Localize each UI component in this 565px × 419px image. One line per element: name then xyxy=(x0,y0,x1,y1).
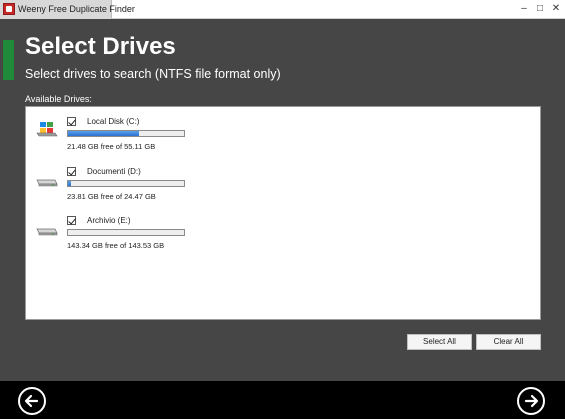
hard-drive-icon xyxy=(36,220,58,238)
drive-name: Documenti (D:) xyxy=(87,167,141,176)
drive-free-space: 143.34 GB free of 143.53 GB xyxy=(67,241,165,250)
drive-checkbox[interactable] xyxy=(67,216,76,225)
drive-name: Archivio (E:) xyxy=(87,216,131,225)
drive-usage-bar xyxy=(67,180,185,187)
drive-checkbox[interactable] xyxy=(67,167,76,176)
drive-item[interactable]: Local Disk (C:) 21.48 GB free of 55.11 G… xyxy=(26,115,326,155)
accent-bar xyxy=(3,40,14,80)
maximize-button[interactable]: □ xyxy=(535,2,545,16)
title-bar: Weeny Free Duplicate Finder – □ ✕ xyxy=(0,0,565,19)
arrow-left-circle-icon xyxy=(24,394,39,408)
drive-name: Local Disk (C:) xyxy=(87,117,140,126)
system-drive-icon xyxy=(36,121,58,139)
drive-free-space: 23.81 GB free of 24.47 GB xyxy=(67,192,156,201)
next-button[interactable] xyxy=(517,387,545,415)
hard-drive-icon xyxy=(36,171,58,189)
drive-usage-bar xyxy=(67,229,185,236)
footer-bar xyxy=(0,381,565,419)
drive-usage-bar xyxy=(67,130,185,137)
page-subtitle: Select drives to search (NTFS file forma… xyxy=(25,67,281,81)
drive-checkbox[interactable] xyxy=(67,117,76,126)
drive-item[interactable]: Archivio (E:) 143.34 GB free of 143.53 G… xyxy=(26,214,326,254)
back-button[interactable] xyxy=(18,387,46,415)
window-tab[interactable]: Weeny Free Duplicate Finder xyxy=(0,0,135,19)
drive-item[interactable]: Documenti (D:) 23.81 GB free of 24.47 GB xyxy=(26,165,326,205)
select-all-button[interactable]: Select All xyxy=(407,334,472,350)
clear-all-button[interactable]: Clear All xyxy=(476,334,541,350)
page-title: Select Drives xyxy=(25,33,176,60)
drive-list: Local Disk (C:) 21.48 GB free of 55.11 G… xyxy=(25,106,541,320)
arrow-right-circle-icon xyxy=(524,394,539,408)
close-button[interactable]: ✕ xyxy=(551,2,561,16)
window-controls: – □ ✕ xyxy=(519,2,561,16)
available-drives-label: Available Drives: xyxy=(25,94,92,104)
drive-usage-fill xyxy=(68,131,139,136)
app-icon xyxy=(3,3,15,15)
drive-free-space: 21.48 GB free of 55.11 GB xyxy=(67,142,156,151)
drive-usage-fill xyxy=(68,181,72,186)
window-title: Weeny Free Duplicate Finder xyxy=(18,4,135,14)
minimize-button[interactable]: – xyxy=(519,2,529,16)
